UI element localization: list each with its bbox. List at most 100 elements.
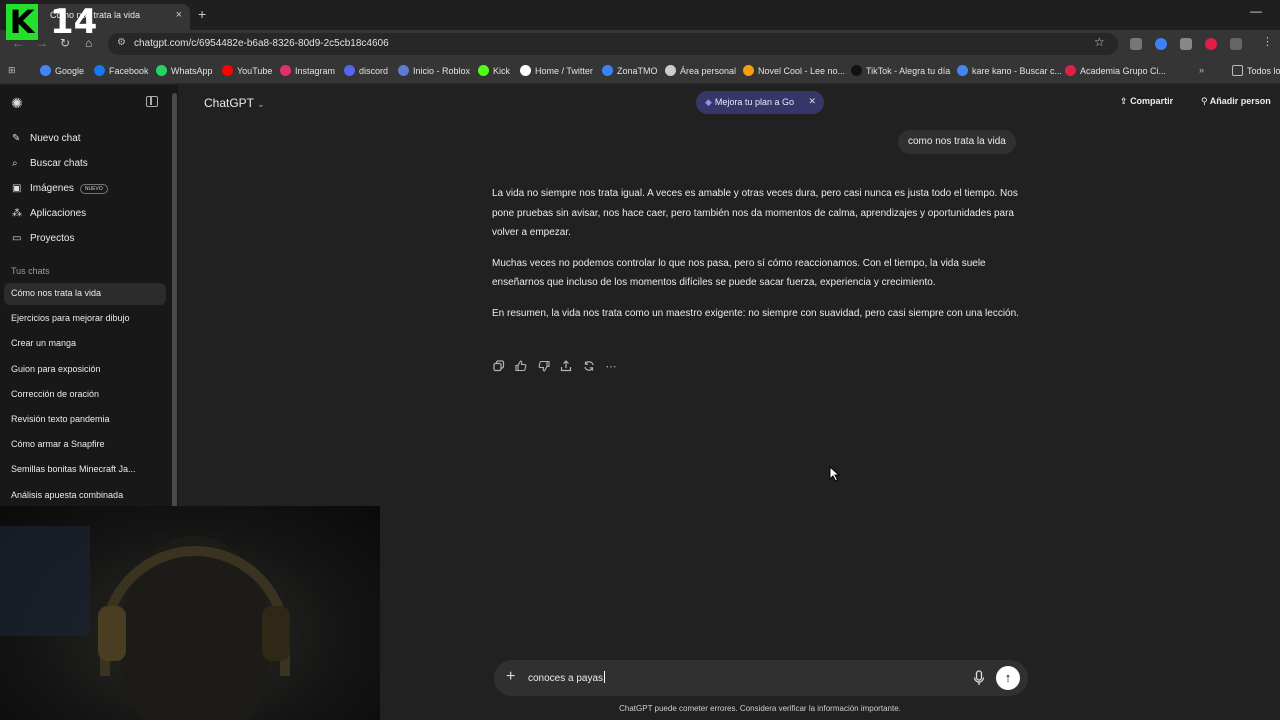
- bookmark-favicon-icon: [40, 65, 51, 76]
- bookmark-item[interactable]: Novel Cool - Lee no...: [743, 65, 845, 76]
- bookmark-favicon-icon: [398, 65, 409, 76]
- bookmark-item[interactable]: ZonaTMO: [602, 65, 658, 76]
- chats-heading: Tus chats: [11, 266, 50, 276]
- folder-icon: [1232, 65, 1243, 76]
- openai-logo-icon[interactable]: ✺: [11, 95, 23, 112]
- bookmark-favicon-icon: [156, 65, 167, 76]
- sidebar-chat-item[interactable]: Ejercicios para mejorar dibujo: [4, 308, 166, 330]
- sidebar-chat-item[interactable]: Corrección de oración: [4, 384, 166, 406]
- logo-number: 14: [50, 2, 98, 42]
- menu-icon[interactable]: ⋮: [1262, 35, 1274, 48]
- thumbs-up-icon[interactable]: [514, 360, 528, 374]
- sidebar-chat-item[interactable]: Cómo nos trata la vida: [4, 283, 166, 305]
- webcam-overlay: [0, 506, 380, 720]
- new-tab-button[interactable]: +: [198, 6, 206, 22]
- bookmark-item[interactable]: Inicio - Roblox: [398, 65, 470, 76]
- attach-plus-icon[interactable]: +: [506, 668, 515, 686]
- minimize-icon[interactable]: —: [1250, 4, 1262, 18]
- sidebar-chat-item[interactable]: Cómo armar a Snapfire: [4, 434, 166, 456]
- edit-icon: ✎: [12, 133, 21, 144]
- extension-icon[interactable]: [1155, 38, 1167, 50]
- bookmark-favicon-icon: [957, 65, 968, 76]
- apps-button[interactable]: ⁂ Aplicaciones: [12, 208, 86, 219]
- bookmark-item[interactable]: Kick: [478, 65, 510, 76]
- bookmark-favicon-icon: [280, 65, 291, 76]
- bookmark-item[interactable]: kare kano - Buscar c...: [957, 65, 1062, 76]
- add-person-icon: ⚲: [1201, 96, 1208, 106]
- bookmark-item[interactable]: YouTube: [222, 65, 272, 76]
- assistant-paragraph: En resumen, la vida nos trata como un ma…: [492, 307, 1019, 319]
- apps-grid-icon[interactable]: ⊞: [8, 65, 16, 76]
- bookmark-item[interactable]: WhatsApp: [156, 65, 213, 76]
- bookmark-favicon-icon: [743, 65, 754, 76]
- extension-icon[interactable]: [1205, 38, 1217, 50]
- bookmark-favicon-icon: [478, 65, 489, 76]
- arrow-up-icon: ↑: [1004, 670, 1012, 685]
- sidebar-chat-item[interactable]: Crear un manga: [4, 333, 166, 355]
- search-chats-button[interactable]: ⌕ Buscar chats: [12, 158, 88, 169]
- chevron-more-icon[interactable]: »: [1199, 65, 1204, 75]
- copy-icon[interactable]: [492, 360, 506, 374]
- assistant-paragraph: Muchas veces no podemos controlar lo que…: [492, 257, 986, 289]
- sidebar-scrollbar[interactable]: [172, 93, 177, 508]
- regenerate-icon[interactable]: [582, 360, 596, 374]
- new-chat-button[interactable]: ✎ Nuevo chat: [12, 133, 81, 144]
- bookmark-item[interactable]: discord: [344, 65, 388, 76]
- bookmark-favicon-icon: [222, 65, 233, 76]
- bookmark-favicon-icon: [520, 65, 531, 76]
- mouse-cursor-icon: [829, 466, 841, 482]
- bookmark-favicon-icon: [602, 65, 613, 76]
- url-text: chatgpt.com/c/6954482e-b6a8-8326-80d9-2c…: [134, 38, 389, 49]
- extension-icon[interactable]: [1130, 38, 1142, 50]
- bookmark-favicon-icon: [665, 65, 676, 76]
- sidebar-chat-item[interactable]: Análisis apuesta combinada: [4, 485, 166, 507]
- close-icon[interactable]: ✕: [808, 96, 816, 107]
- address-bar[interactable]: ⚙ chatgpt.com/c/6954482e-b6a8-8326-80d9-…: [108, 33, 1118, 55]
- logo-letter: K: [6, 4, 38, 40]
- bookmark-favicon-icon: [344, 65, 355, 76]
- more-options-icon[interactable]: ⋯: [604, 360, 618, 374]
- stream-logo: K 14: [6, 2, 97, 42]
- bookmarks-bar: ⊞ Google Facebook WhatsApp YouTube Instagram…: [0, 58, 1280, 84]
- send-button[interactable]: ↑: [996, 666, 1020, 690]
- share-button[interactable]: ⇪ Compartir: [1120, 96, 1173, 107]
- message-composer[interactable]: + conoces a payas ↑: [494, 660, 1028, 696]
- bookmark-item[interactable]: Instagram: [280, 65, 335, 76]
- thumbs-down-icon[interactable]: [537, 360, 551, 374]
- apps-icon: ⁂: [12, 208, 22, 219]
- extensions-puzzle-icon[interactable]: [1230, 38, 1242, 50]
- share-icon[interactable]: [559, 360, 573, 374]
- bookmark-item[interactable]: Área personal: [665, 65, 736, 76]
- image-icon: ▣: [12, 183, 22, 194]
- tab-close-button[interactable]: ×: [176, 9, 182, 21]
- bookmark-item[interactable]: Google: [40, 65, 84, 76]
- chevron-down-icon: ⌄: [257, 99, 265, 109]
- browser-tab-bar: Cómo nos trata la vida × + —: [0, 0, 1280, 30]
- sidebar-toggle-icon[interactable]: [146, 96, 158, 107]
- add-people-button[interactable]: ⚲ Añadir person: [1201, 96, 1271, 107]
- sidebar-chat-item[interactable]: Semillas bonitas Minecraft Ja...: [4, 459, 166, 481]
- all-bookmarks-folder[interactable]: Todos lo: [1232, 65, 1280, 76]
- model-selector[interactable]: ChatGPT ⌄: [204, 96, 265, 110]
- extension-icon[interactable]: [1180, 38, 1192, 50]
- bookmark-item[interactable]: Home / Twitter: [520, 65, 593, 76]
- bookmark-favicon-icon: [1065, 65, 1076, 76]
- search-icon: ⌕: [12, 158, 18, 169]
- disclaimer-text: ChatGPT puede cometer errores. Considera…: [619, 704, 901, 713]
- sparkle-icon: ◆: [705, 97, 712, 107]
- bookmark-star-icon[interactable]: ☆: [1094, 35, 1105, 49]
- bookmark-item[interactable]: Academia Grupo Ci...: [1065, 65, 1166, 76]
- sidebar-chat-item[interactable]: Guion para exposición: [4, 359, 166, 381]
- assistant-message: La vida no siempre nos trata igual. A ve…: [492, 184, 1028, 335]
- projects-button[interactable]: ▭ Proyectos: [12, 233, 74, 244]
- bookmark-item[interactable]: Facebook: [94, 65, 149, 76]
- bookmark-favicon-icon: [94, 65, 105, 76]
- upgrade-plan-button[interactable]: ◆ Mejora tu plan a Go ✕: [696, 91, 824, 114]
- site-info-icon[interactable]: ⚙: [117, 37, 126, 48]
- microphone-icon[interactable]: [972, 669, 986, 687]
- bookmark-item[interactable]: TikTok - Alegra tu día: [851, 65, 950, 76]
- sidebar-chat-item[interactable]: Revisión texto pandemia: [4, 409, 166, 431]
- images-button[interactable]: ▣ Imágenes NUEVO: [12, 183, 108, 194]
- new-badge: NUEVO: [79, 184, 108, 194]
- message-input[interactable]: conoces a payas: [528, 671, 605, 684]
